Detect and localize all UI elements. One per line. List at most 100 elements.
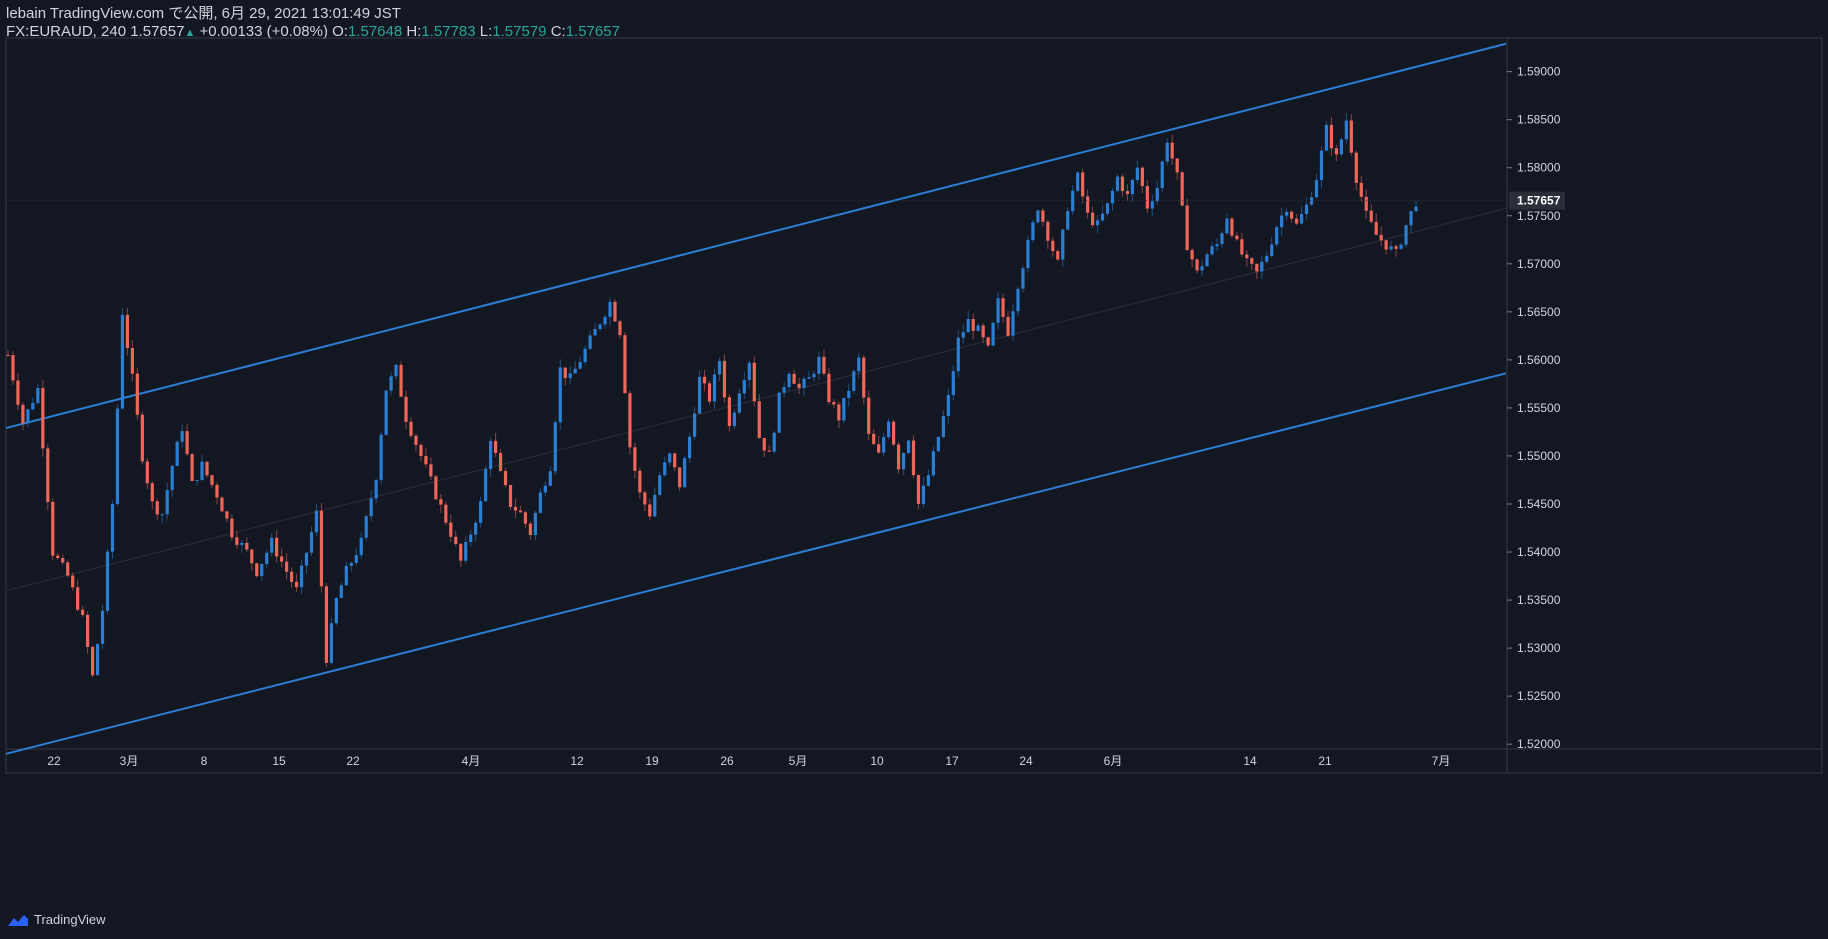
candle-body (110, 504, 115, 552)
candle-body (1294, 218, 1299, 224)
x-tick-label: 4月 (462, 754, 481, 768)
candle-body (931, 451, 935, 476)
candle-body (319, 510, 324, 587)
candle-body (145, 461, 149, 484)
candle-body (1270, 244, 1274, 256)
candle-body (941, 415, 945, 437)
candle-body (1394, 246, 1398, 249)
candle-body (90, 646, 95, 676)
candle-body (81, 609, 85, 615)
candle-body (1046, 221, 1050, 241)
candle-body (479, 501, 483, 523)
candle-body (946, 394, 950, 416)
candle-body (1285, 211, 1289, 216)
candle-body (86, 614, 90, 647)
price-chart[interactable]: 1.52000 1.52500 1.53000 1.53500 1.54000 1.545… (0, 0, 1828, 939)
candle-body (643, 492, 647, 505)
candle-body (1275, 227, 1279, 245)
x-tick-label: 8 (201, 754, 208, 768)
candle-body (558, 367, 562, 423)
candle-body (608, 301, 612, 317)
x-tick-label: 14 (1243, 754, 1257, 768)
candle-body (503, 470, 508, 486)
candle-body (11, 355, 15, 381)
candle-body (314, 510, 319, 533)
candle-body (1379, 234, 1383, 241)
candle-body (1374, 221, 1378, 235)
candle-body (155, 501, 159, 515)
candle-body (981, 325, 985, 338)
candle-body (1299, 214, 1304, 224)
candle-body (1130, 179, 1135, 195)
candle-body (1195, 259, 1199, 271)
tradingview-logo-icon (8, 914, 28, 926)
candle-body (245, 542, 249, 550)
candle-body (334, 598, 338, 624)
candle-body (120, 314, 125, 409)
candle-body (673, 453, 677, 468)
candle-body (986, 337, 990, 346)
candle-body (1404, 225, 1408, 245)
candle-body (260, 563, 264, 577)
candle-body (1091, 212, 1095, 226)
candle-body (812, 373, 816, 378)
candle-body (339, 585, 343, 599)
candle-body (160, 514, 164, 516)
candle-body (61, 558, 65, 563)
candle-body (359, 537, 363, 556)
candle-body (712, 374, 717, 402)
candle-body (732, 412, 736, 427)
candle-body (289, 571, 294, 582)
candle-body (842, 397, 846, 421)
candle-body (518, 510, 523, 513)
channel-line-upper (5, 42, 1507, 430)
candle-body (409, 421, 413, 436)
candle-body (1095, 220, 1100, 226)
candle-body (653, 494, 657, 517)
candle-body (1150, 201, 1154, 209)
candle-body (762, 437, 766, 451)
candle-body (1215, 244, 1219, 247)
candle-body (976, 325, 980, 331)
candle-body (16, 380, 20, 405)
candle-body (255, 563, 259, 577)
candle-body (663, 462, 667, 476)
x-tick-label: 21 (1318, 754, 1332, 768)
candle-body (1155, 188, 1159, 202)
candle-body (364, 516, 368, 538)
candle-body (692, 413, 697, 437)
candle-body (419, 444, 423, 457)
candle-body (1205, 254, 1209, 267)
candle-body (21, 404, 25, 424)
candle-body (195, 479, 199, 481)
candle-body (777, 392, 781, 433)
candle-body (1076, 172, 1080, 191)
candle-body (757, 401, 761, 438)
candle-body (528, 523, 533, 536)
candle-body (1314, 180, 1319, 198)
candle-body (304, 552, 309, 566)
candle-body (170, 465, 174, 491)
candle-body (76, 587, 80, 610)
candle-body (1165, 142, 1169, 162)
candle-body (140, 414, 144, 462)
candle-body (1230, 218, 1234, 236)
candle-body (628, 393, 632, 448)
candle-body (683, 458, 687, 488)
candle-body (1240, 239, 1244, 255)
candle-body (150, 483, 154, 502)
candle-body (344, 565, 348, 586)
x-tick-label: 5月 (789, 754, 808, 768)
candle-body (66, 562, 70, 576)
channel-line-lower (5, 372, 1507, 755)
candle-body (852, 371, 856, 391)
candle-body (31, 402, 35, 410)
y-tick-label: 1.56500 (1517, 305, 1561, 319)
candle-body (782, 387, 786, 393)
candle-body (1016, 288, 1020, 312)
candle-body (638, 470, 642, 493)
candle-body (1100, 213, 1105, 221)
x-tick-label: 19 (645, 754, 659, 768)
candle-body (583, 348, 587, 363)
y-tick-label: 1.56000 (1517, 353, 1561, 367)
